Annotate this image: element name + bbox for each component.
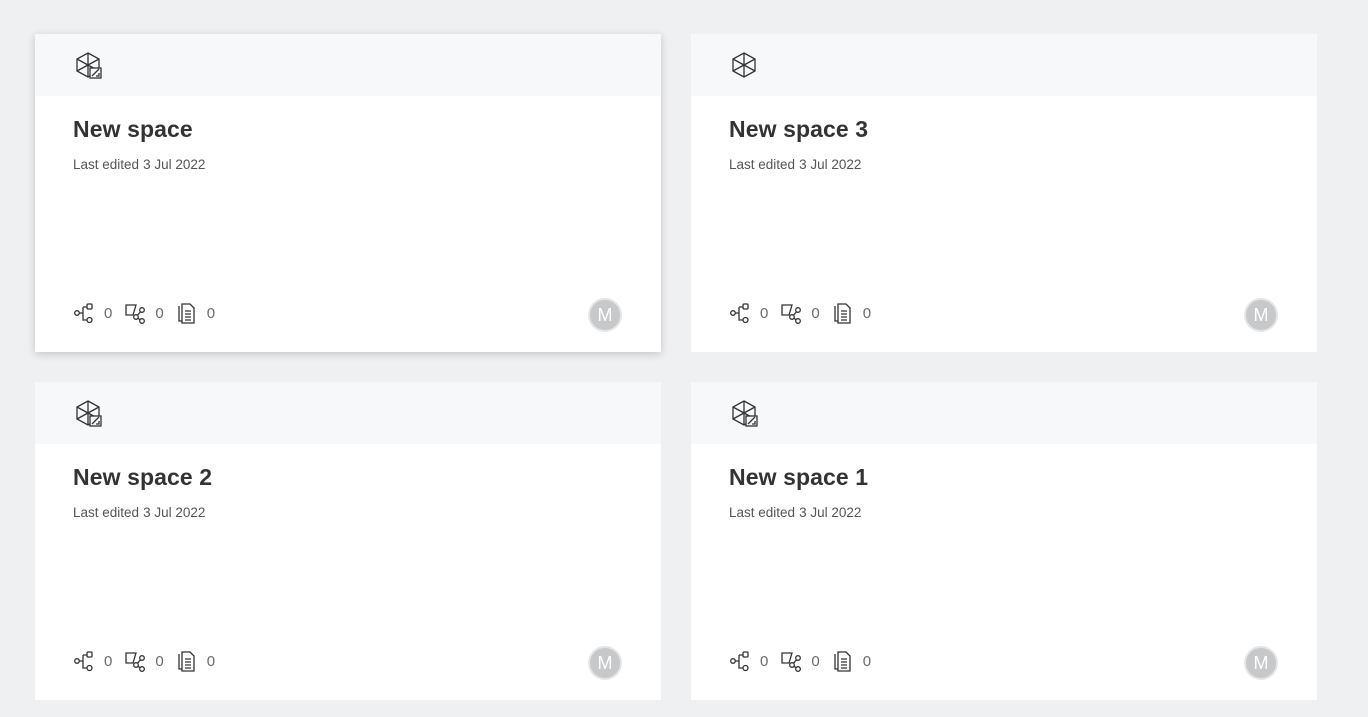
space-title[interactable]: New space 2: [73, 464, 212, 491]
space-cube-edit-icon: [76, 400, 102, 427]
space-title[interactable]: New space: [73, 116, 193, 143]
space-card[interactable]: New space Last edited 3 Jul 2022 0 0 0 M: [35, 34, 661, 352]
documents-stat: 0: [832, 302, 871, 324]
flows-stat: 0: [73, 302, 112, 324]
flows-stat: 0: [73, 650, 112, 672]
card-header: [691, 34, 1317, 96]
last-edited-date: 3 Jul 2022: [799, 157, 862, 172]
card-header: [691, 382, 1317, 444]
flows-count: 0: [104, 304, 113, 322]
last-edited: Last edited 3 Jul 2022: [729, 157, 861, 172]
shared-stat: 0: [124, 650, 164, 672]
space-cube-edit-icon: [732, 400, 758, 427]
last-edited: Last edited 3 Jul 2022: [73, 505, 205, 520]
shared-stat: 0: [124, 302, 164, 324]
last-edited-label: Last edited: [729, 157, 796, 172]
documents-icon: [834, 651, 851, 672]
flow-nodes-icon: [74, 651, 93, 672]
flows-count: 0: [760, 304, 769, 322]
documents-icon: [178, 651, 195, 672]
space-cube-edit-icon: [76, 52, 102, 79]
last-edited-date: 3 Jul 2022: [143, 157, 206, 172]
shared-count: 0: [155, 652, 164, 670]
flows-count: 0: [760, 652, 769, 670]
flows-count: 0: [104, 652, 113, 670]
space-stats: 0 0 0: [729, 302, 883, 324]
flow-nodes-icon: [730, 651, 749, 672]
shared-stat: 0: [780, 302, 820, 324]
space-stats: 0 0 0: [729, 650, 883, 672]
space-card[interactable]: New space 3 Last edited 3 Jul 2022 0 0 0…: [691, 34, 1317, 352]
documents-count: 0: [206, 652, 216, 670]
space-card[interactable]: New space 2 Last edited 3 Jul 2022 0 0 0…: [35, 382, 661, 700]
spaces-grid: New space Last edited 3 Jul 2022 0 0 0 M…: [0, 0, 1368, 717]
owner-avatar[interactable]: M: [1244, 298, 1278, 332]
documents-count: 0: [206, 304, 216, 322]
last-edited: Last edited 3 Jul 2022: [73, 157, 205, 172]
documents-icon: [178, 303, 195, 324]
last-edited-label: Last edited: [73, 157, 140, 172]
last-edited-label: Last edited: [729, 505, 796, 520]
shared-nodes-icon: [125, 304, 146, 324]
documents-stat: 0: [832, 650, 871, 672]
owner-avatar[interactable]: M: [588, 298, 622, 332]
space-cube-icon: [732, 52, 756, 78]
shared-count: 0: [811, 304, 820, 322]
documents-count: 0: [862, 304, 872, 322]
last-edited-date: 3 Jul 2022: [143, 505, 206, 520]
flows-stat: 0: [729, 302, 768, 324]
last-edited-date: 3 Jul 2022: [799, 505, 862, 520]
shared-nodes-icon: [781, 304, 802, 324]
documents-stat: 0: [176, 302, 215, 324]
space-card[interactable]: New space 1 Last edited 3 Jul 2022 0 0 0…: [691, 382, 1317, 700]
space-title[interactable]: New space 1: [729, 464, 868, 491]
documents-count: 0: [862, 652, 872, 670]
space-stats: 0 0 0: [73, 650, 227, 672]
documents-icon: [834, 303, 851, 324]
shared-stat: 0: [780, 650, 820, 672]
last-edited: Last edited 3 Jul 2022: [729, 505, 861, 520]
last-edited-label: Last edited: [73, 505, 140, 520]
space-stats: 0 0 0: [73, 302, 227, 324]
owner-avatar[interactable]: M: [1244, 646, 1278, 680]
card-header: [35, 34, 661, 96]
shared-count: 0: [155, 304, 164, 322]
flow-nodes-icon: [74, 303, 93, 324]
flow-nodes-icon: [730, 303, 749, 324]
shared-nodes-icon: [781, 652, 802, 672]
shared-nodes-icon: [125, 652, 146, 672]
flows-stat: 0: [729, 650, 768, 672]
owner-avatar[interactable]: M: [588, 646, 622, 680]
shared-count: 0: [811, 652, 820, 670]
card-header: [35, 382, 661, 444]
space-title[interactable]: New space 3: [729, 116, 868, 143]
documents-stat: 0: [176, 650, 215, 672]
